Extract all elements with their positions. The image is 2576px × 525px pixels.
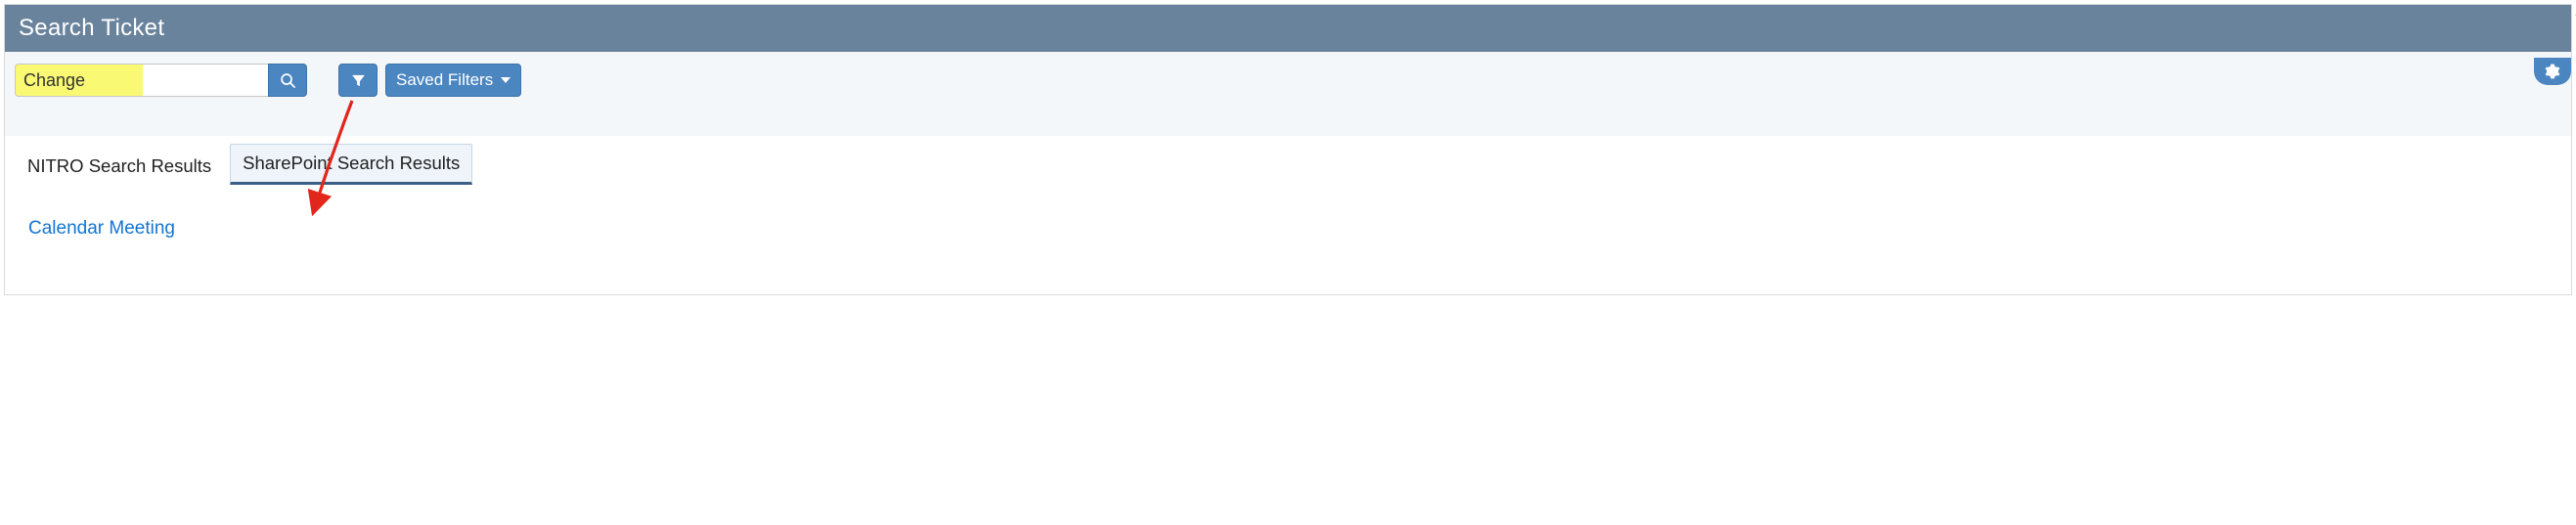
results-tabs: NITRO Search Results SharePoint Search R… — [15, 144, 2561, 185]
filter-icon — [350, 72, 367, 89]
search-group — [15, 64, 307, 97]
search-button[interactable] — [268, 64, 307, 97]
tab-sharepoint-results[interactable]: SharePoint Search Results — [230, 144, 472, 185]
page-title: Search Ticket — [5, 5, 2571, 52]
tab-nitro-results[interactable]: NITRO Search Results — [15, 147, 224, 185]
search-result-link[interactable]: Calendar Meeting — [15, 212, 189, 245]
search-input[interactable] — [15, 64, 269, 97]
settings-button[interactable] — [2534, 58, 2571, 85]
toolbar-row: Saved Filters — [15, 64, 2561, 97]
search-icon — [280, 72, 296, 89]
chevron-down-icon — [501, 77, 511, 83]
saved-filters-button[interactable]: Saved Filters — [385, 64, 521, 97]
app-panel: Search Ticket Saved Filters — [4, 4, 2572, 295]
filter-button[interactable] — [338, 64, 378, 97]
toolbar: Saved Filters — [5, 52, 2571, 136]
results-area: NITRO Search Results SharePoint Search R… — [5, 136, 2571, 294]
gear-icon — [2545, 64, 2560, 79]
saved-filters-label: Saved Filters — [396, 70, 493, 90]
